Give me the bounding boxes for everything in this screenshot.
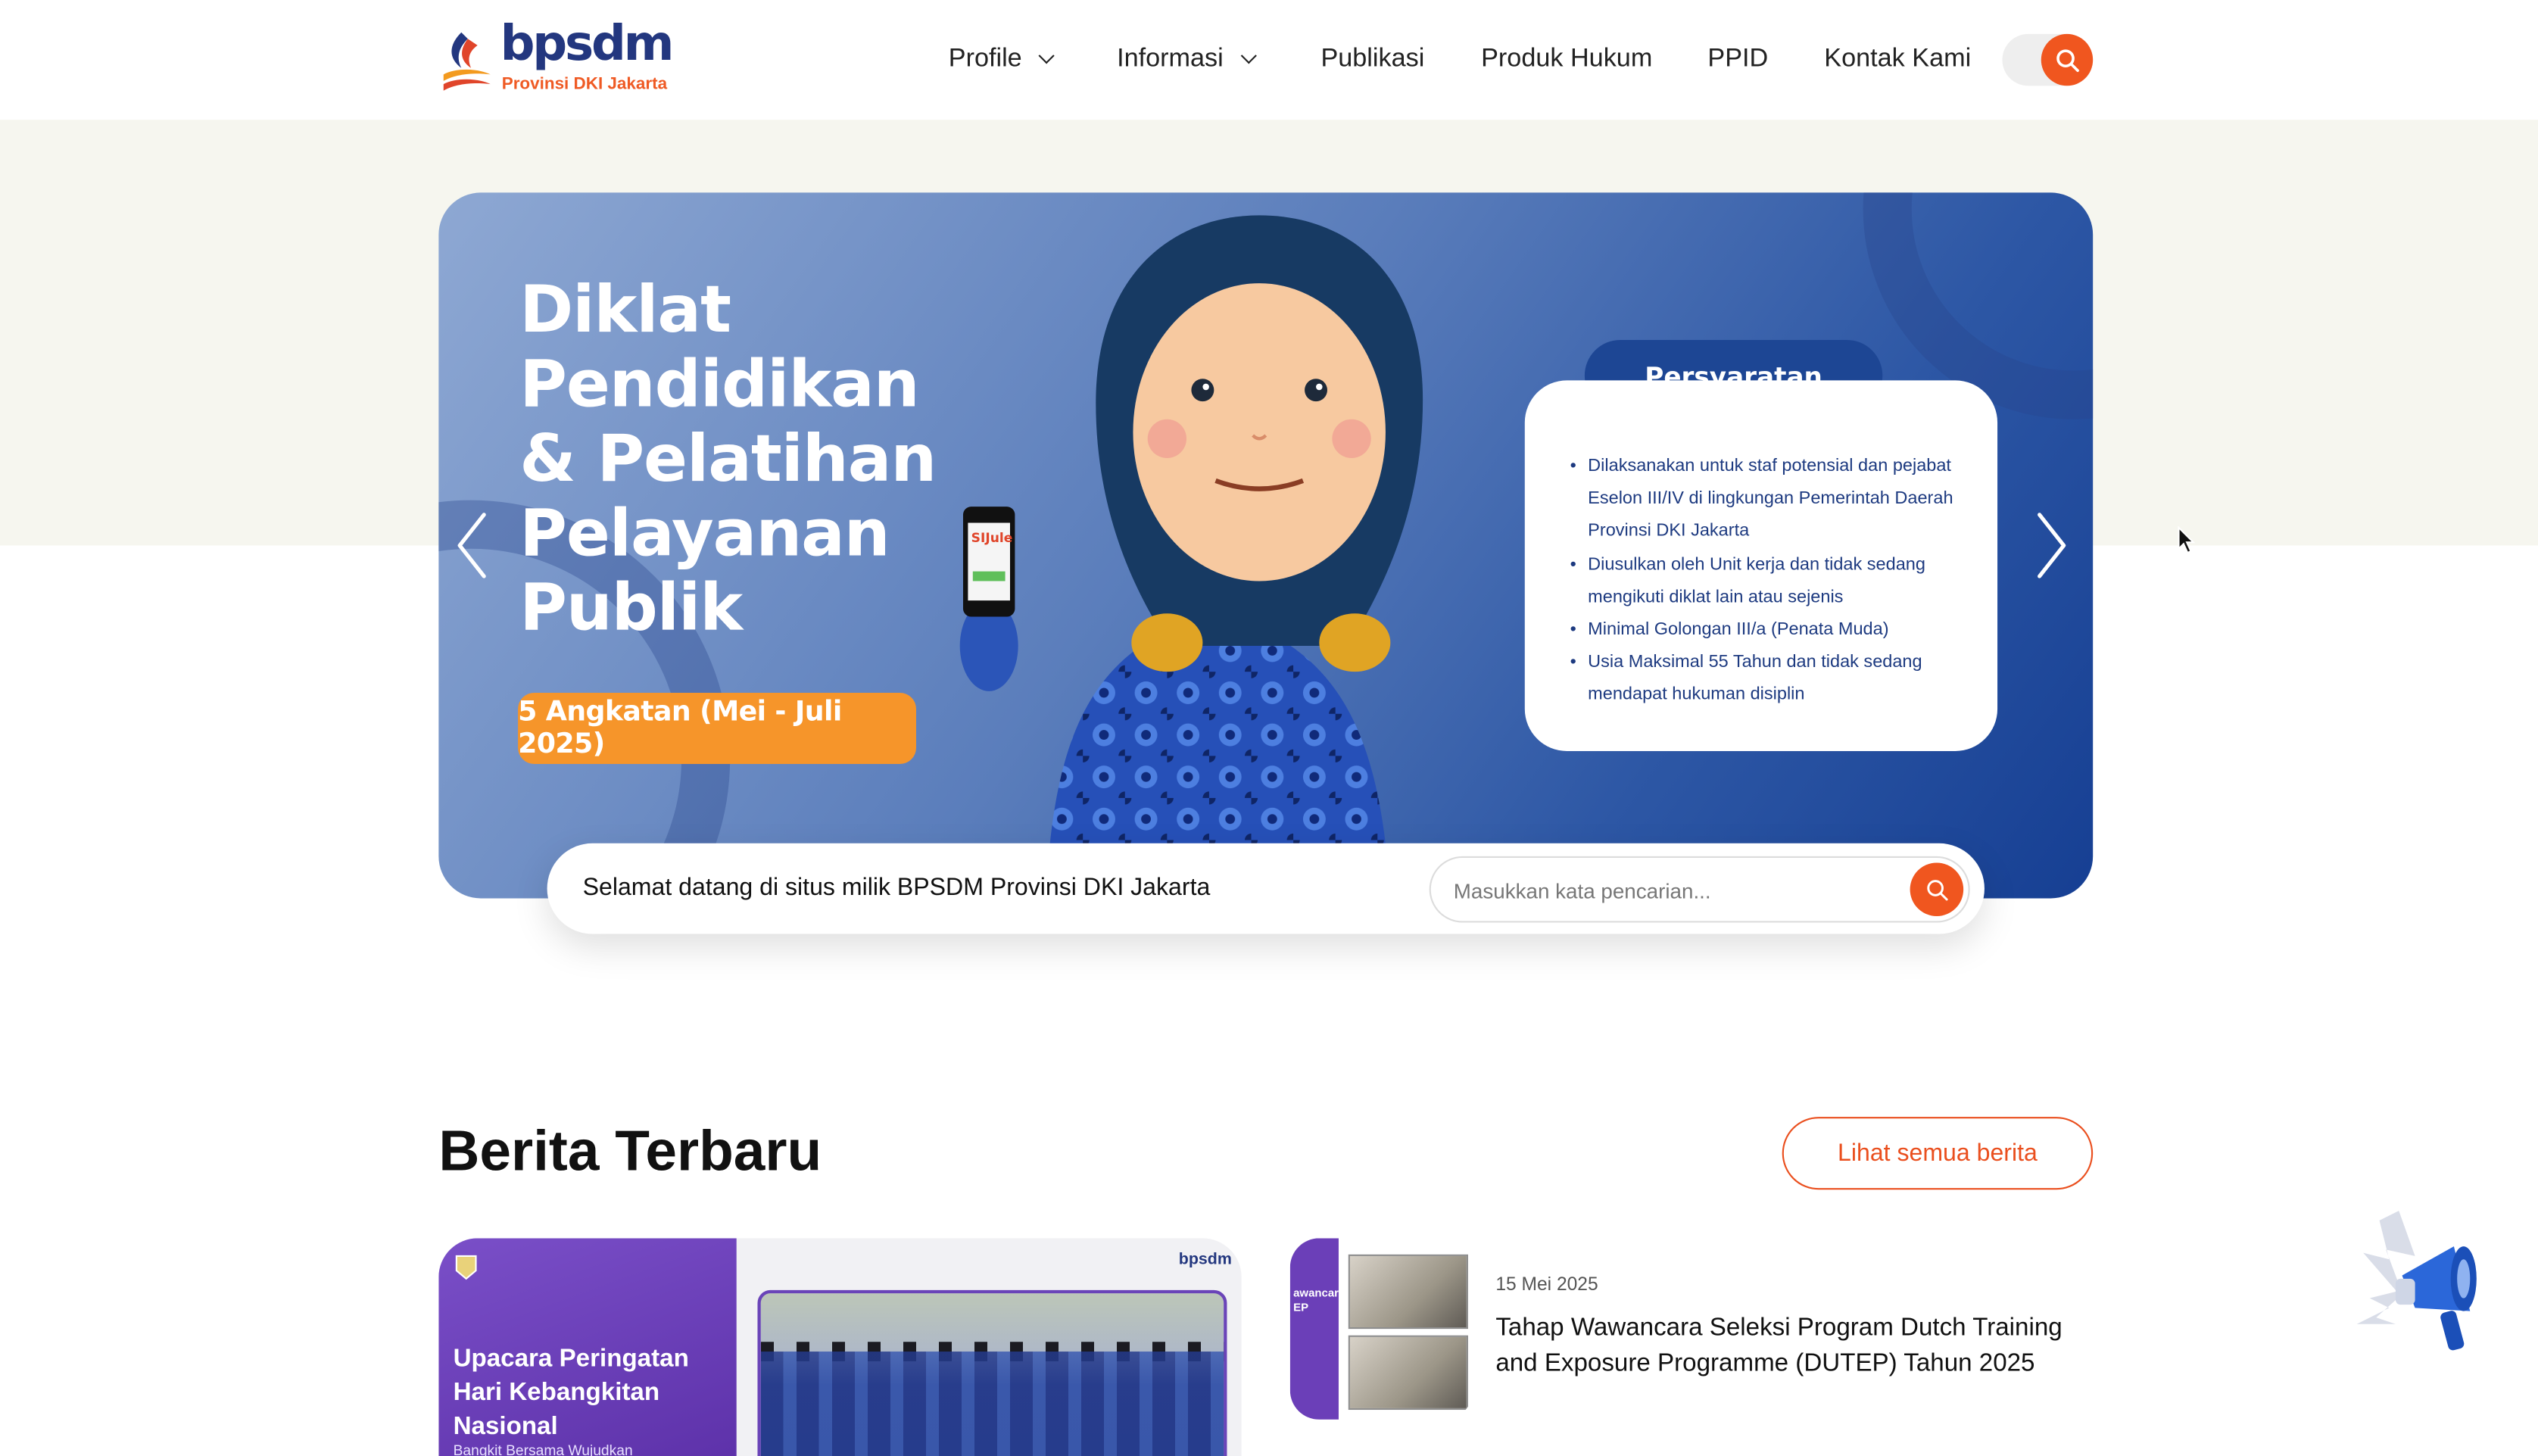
jakarta-emblem-icon	[455, 1255, 477, 1280]
news-date: 15 Mei 2025	[1495, 1275, 1598, 1295]
featured-card-photo	[757, 1289, 1227, 1456]
mouse-cursor-icon	[2178, 525, 2196, 554]
featured-card-logo: bpsdm	[1178, 1251, 1232, 1270]
flame-logo-icon	[443, 32, 491, 91]
phone-app-text: SIJule	[971, 531, 1013, 546]
requirement-item: Diusulkan oleh Unit kerja dan tidak seda…	[1570, 548, 1959, 613]
see-all-news-button[interactable]: Lihat semua berita	[1782, 1117, 2094, 1190]
nav-item-produk-hukum[interactable]: Produk Hukum	[1481, 42, 1652, 78]
news-thumbnail[interactable]: awancara EP	[1289, 1238, 1473, 1420]
news-headline[interactable]: Tahap Wawancara Seleksi Program Dutch Tr…	[1495, 1311, 2094, 1383]
logo-subtitle: Provinsi DKI Jakarta	[501, 74, 668, 94]
nav-item-informasi[interactable]: Informasi	[1117, 42, 1257, 78]
bpsdm-logo[interactable]: bpsdm Provinsi DKI Jakarta	[438, 16, 674, 97]
nav-label: Profile	[948, 45, 1022, 73]
welcome-search-bar: Selamat datang di situs milik BPSDM Prov…	[547, 843, 1985, 934]
chevron-down-icon	[1039, 48, 1055, 64]
site-header: bpsdm Provinsi DKI Jakarta Profile Infor…	[0, 0, 2538, 120]
photo-crowd	[760, 1352, 1224, 1456]
nav-label: Informasi	[1117, 45, 1224, 73]
welcome-text: Selamat datang di situs milik BPSDM Prov…	[582, 874, 1211, 902]
woman-illustration: SIJule	[959, 215, 1423, 899]
search-icon	[1926, 879, 1947, 900]
nav-item-kontak-kami[interactable]: Kontak Kami	[1824, 42, 1971, 78]
requirement-item: Dilaksanakan untuk staf potensial dan pe…	[1570, 450, 1959, 548]
thumbnail-photo	[1348, 1254, 1468, 1330]
search-button[interactable]	[1910, 862, 1964, 916]
nav-item-ppid[interactable]: PPID	[1707, 42, 1768, 78]
chevron-down-icon	[1240, 48, 1257, 64]
megaphone-icon[interactable]	[2350, 1211, 2487, 1360]
search-icon	[2056, 48, 2078, 71]
carousel-next-arrow-icon[interactable]	[2036, 512, 2069, 580]
requirements-list: Dilaksanakan untuk staf potensial dan pe…	[1570, 450, 1959, 712]
nav-label: Kontak Kami	[1824, 45, 1972, 73]
search-input[interactable]	[1453, 874, 1891, 907]
hero-carousel-slide[interactable]: Diklat Pendidikan & Pelatihan Pelayanan …	[438, 192, 2094, 899]
page: bpsdm Provinsi DKI Jakarta Profile Infor…	[0, 0, 2538, 1456]
requirement-item: Minimal Golongan III/a (Penata Muda)	[1570, 613, 1959, 647]
nav-label: Publikasi	[1320, 45, 1425, 73]
logo-wordmark: bpsdm	[500, 16, 675, 73]
featured-news-card[interactable]: Upacara Peringatan Hari Kebangkitan Nasi…	[438, 1238, 1242, 1456]
section-title: Berita Terbaru	[438, 1120, 822, 1183]
thumbnail-panel: awancara EP	[1289, 1238, 1345, 1420]
search-box[interactable]	[1429, 856, 1970, 923]
carousel-prev-arrow-icon[interactable]	[455, 512, 488, 580]
nav-item-publikasi[interactable]: Publikasi	[1320, 42, 1424, 78]
nav-label: Produk Hukum	[1481, 45, 1653, 73]
nav-item-profile[interactable]: Profile	[948, 42, 1055, 78]
featured-card-panel: Upacara Peringatan Hari Kebangkitan Nasi…	[438, 1238, 737, 1456]
search-toggle-knob[interactable]	[2041, 33, 2094, 86]
featured-card-subtitle: Bangkit Bersama Wujudkan	[453, 1442, 633, 1456]
nav-label: PPID	[1707, 45, 1769, 73]
thumbnail-text: awancara EP	[1293, 1288, 1345, 1314]
search-toggle[interactable]	[2002, 33, 2094, 86]
requirement-item: Usia Maksimal 55 Tahun dan tidak sedang …	[1570, 646, 1959, 711]
thumbnail-photo	[1348, 1335, 1468, 1411]
featured-card-title: Upacara Peringatan Hari Kebangkitan Nasi…	[453, 1345, 689, 1441]
banner-badge: 5 Angkatan (Mei - Juli 2025)	[518, 692, 916, 765]
